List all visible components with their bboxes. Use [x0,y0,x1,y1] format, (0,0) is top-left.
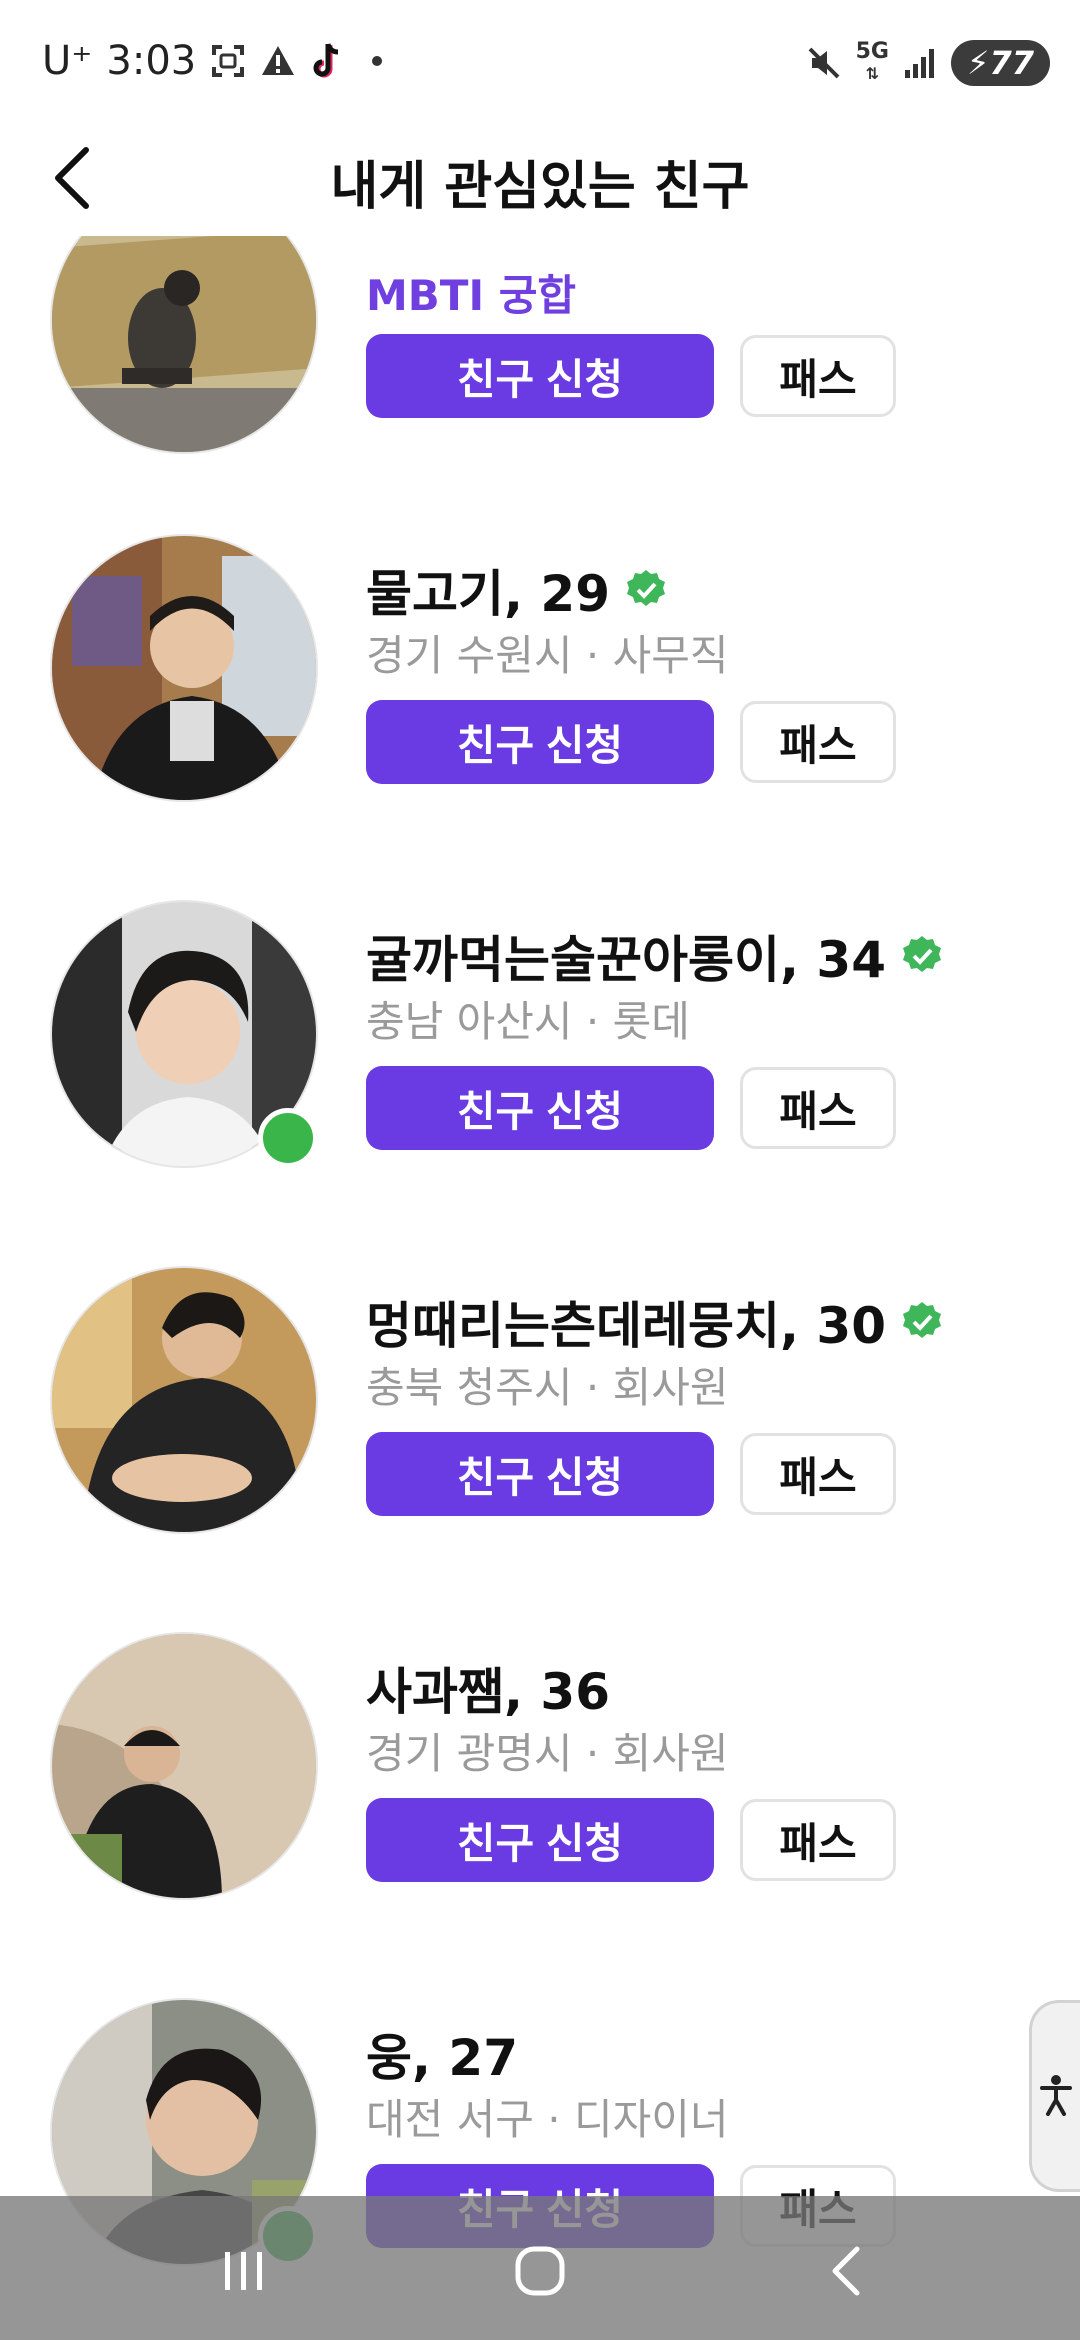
warning-icon [262,46,295,75]
list-item: 사과쨈, 36 경기 광명시 · 회사원 친구 신청 패스 [0,1600,1080,1966]
home-icon [515,2246,565,2296]
list-item: MBTI 궁합 친구 신청 패스 [0,236,1080,502]
verified-icon [902,1302,941,1338]
system-nav-bar [0,2196,1080,2340]
user-name: 귤까먹는술꾼아롱이, 34 [366,931,886,989]
friend-request-button[interactable]: 친구 신청 [366,1798,714,1882]
avatar[interactable] [50,1632,318,1900]
user-name: 사과쨈, 36 [366,1663,610,1721]
friend-request-button[interactable]: 친구 신청 [366,1066,714,1150]
avatar[interactable] [50,1266,318,1534]
verified-icon [626,570,665,606]
friend-request-button[interactable]: 친구 신청 [366,1432,714,1516]
pass-button[interactable]: 패스 [740,1433,896,1515]
recents-icon [225,2252,262,2290]
tiktok-icon [313,43,339,78]
back-icon [832,2246,860,2296]
accessibility-button[interactable] [1029,2000,1080,2192]
network-label: 5G [855,39,889,64]
system-back-button[interactable] [808,2236,888,2306]
avatar[interactable] [50,236,318,454]
carrier-label: U⁺ [42,38,93,84]
friend-request-button[interactable]: 친구 신청 [366,700,714,784]
time-label: 3:03 [106,38,197,84]
verified-icon [902,936,941,972]
user-name-row: 사과쨈, 36 [366,1652,610,1724]
pass-button[interactable]: 패스 [740,701,896,783]
list-item: 멍때리는츤데레뭉치, 30 충북 청주시 · 회사원 친구 신청 패스 [0,1234,1080,1600]
page-title: 내게 관심있는 친구 [330,157,750,217]
user-location-job: 충남 아산시 · 롯데 [366,997,690,1046]
home-button[interactable] [500,2236,580,2306]
friend-list[interactable]: MBTI 궁합 친구 신청 패스 물고기, 29 경기 수원시 · 사무직 친구… [0,236,1080,2340]
app-header: 내게 관심있는 친구 [0,120,1080,236]
battery-icon: ⚡77 [951,40,1050,86]
online-status-dot [258,1108,318,1168]
list-item: 물고기, 29 경기 수원시 · 사무직 친구 신청 패스 [0,502,1080,868]
user-name-row: 멍때리는츤데레뭉치, 30 [366,1286,944,1358]
pass-button[interactable]: 패스 [740,1067,896,1149]
user-name-row: 귤까먹는술꾼아롱이, 34 [366,920,944,992]
list-item: 귤까먹는술꾼아롱이, 34 충남 아산시 · 롯데 친구 신청 패스 [0,868,1080,1234]
friend-request-button[interactable]: 친구 신청 [366,334,714,418]
recents-button[interactable] [204,2236,284,2306]
signal-icon [905,49,934,78]
user-name-row: 웅, 27 [366,2018,518,2090]
screenshot-icon [212,45,245,77]
user-location-job: 충북 청주시 · 회사원 [366,1363,729,1412]
battery-level: 77 [989,44,1034,82]
pass-button[interactable]: 패스 [740,335,896,417]
mute-icon [808,47,840,79]
user-name: 물고기, 29 [366,565,610,623]
dot-icon [372,56,383,66]
avatar[interactable] [50,534,318,802]
mbti-match-label[interactable]: MBTI 궁합 [366,262,576,323]
accessibility-icon [1040,2075,1072,2116]
status-bar: U⁺ 3:03 5G ⇅ ⚡77 [0,0,1080,120]
user-location-job: 경기 수원시 · 사무직 [366,631,729,680]
user-location-job: 대전 서구 · 디자이너 [366,2095,729,2144]
pass-button[interactable]: 패스 [740,1799,896,1881]
user-name: 웅, 27 [366,2029,518,2087]
user-name-row: 물고기, 29 [366,554,668,626]
user-location-job: 경기 광명시 · 회사원 [366,1729,729,1778]
user-name: 멍때리는츤데레뭉치, 30 [366,1297,886,1355]
